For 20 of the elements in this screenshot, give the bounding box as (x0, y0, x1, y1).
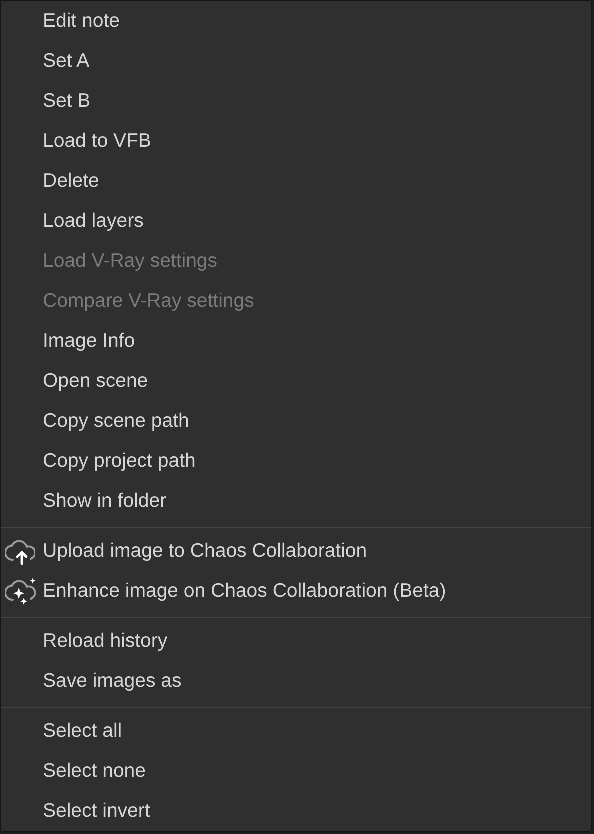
menu-item[interactable]: Select all (1, 712, 591, 752)
menu-item[interactable]: Copy project path (1, 442, 591, 482)
menu-item[interactable]: Load to VFB (1, 122, 591, 162)
menu-item[interactable]: Set A (1, 42, 591, 82)
menu-item[interactable]: Edit note (1, 2, 591, 42)
menu-item[interactable]: Select invert (1, 792, 591, 832)
menu-item[interactable]: Select none (1, 752, 591, 792)
menu-item[interactable]: Save images as (1, 662, 591, 702)
menu-item[interactable]: Enhance image on Chaos Collaboration (Beta) (1, 572, 591, 612)
menu-item[interactable]: Image Info (1, 322, 591, 362)
cloud-upload-icon (5, 538, 35, 566)
menu-item[interactable]: Copy scene path (1, 402, 591, 442)
menu-item[interactable]: Delete (1, 162, 591, 202)
menu-item[interactable]: Reload history (1, 622, 591, 662)
menu-item[interactable]: Upload image to Chaos Collaboration (1, 532, 591, 572)
menu-item[interactable]: Set B (1, 82, 591, 122)
menu-item[interactable]: Show in folder (1, 482, 591, 522)
cloud-sparkle-icon (5, 576, 37, 606)
menu-item[interactable]: Load layers (1, 202, 591, 242)
menu-item[interactable]: Open scene (1, 362, 591, 402)
